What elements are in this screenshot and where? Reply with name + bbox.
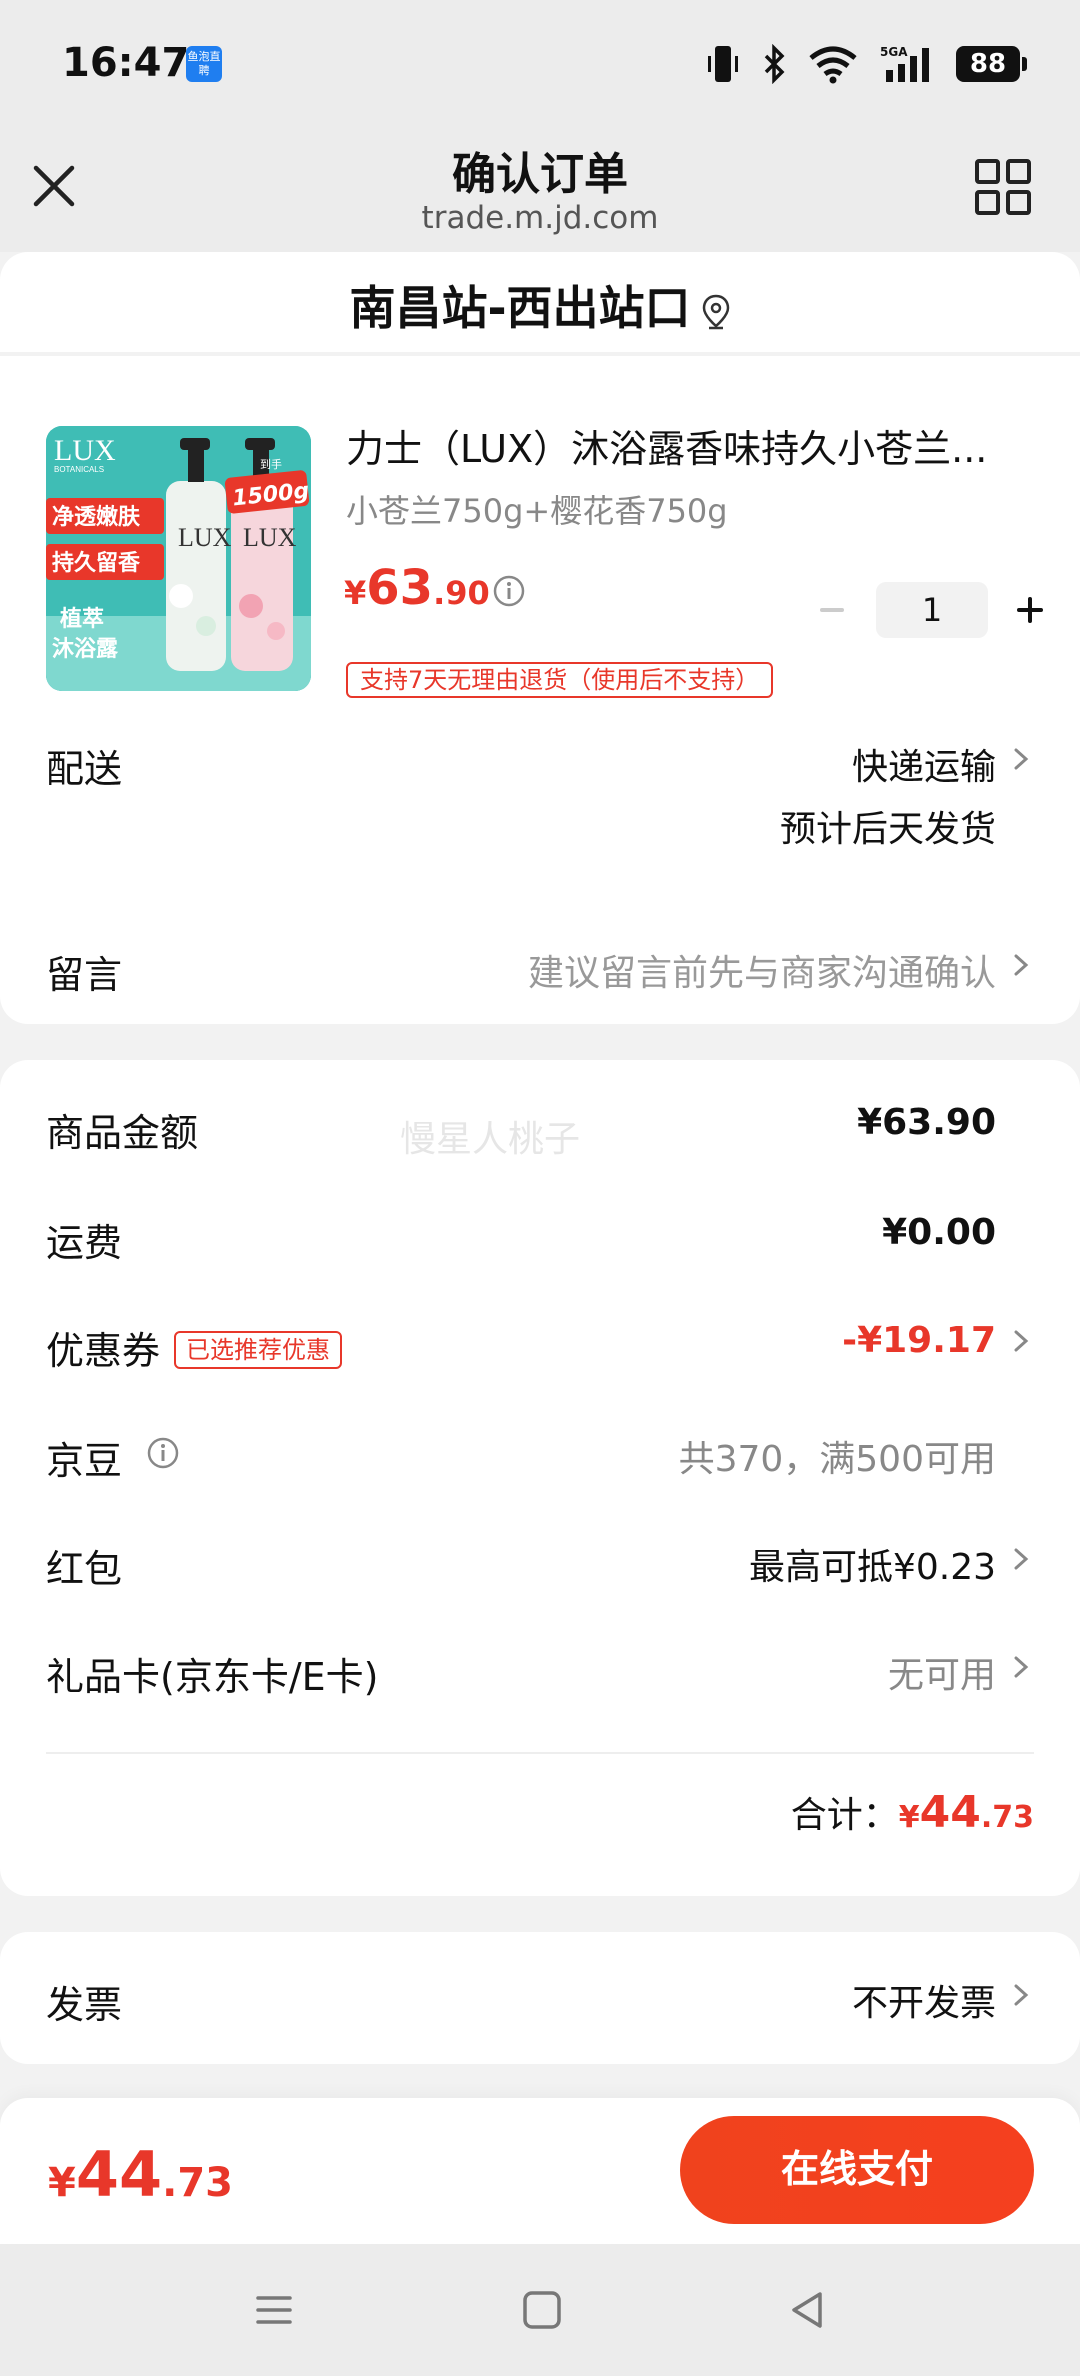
delivery-eta: 预计后天发货 (779, 809, 996, 850)
address-text-row: 南昌站-西出站口 (0, 272, 1080, 338)
location-pin-icon (702, 294, 729, 329)
page-header: 确认订单 trade.m.jd.com (0, 128, 1080, 252)
image-brand-sub: BOTANICALS (54, 465, 104, 474)
status-time: 16:47 (62, 40, 190, 86)
svg-text:5GA: 5GA (880, 45, 908, 59)
invoice-label: 发票 (46, 1983, 123, 2027)
goods-amount-label: 商品金额 (46, 1111, 199, 1155)
image-tag-3a: 植萃 (60, 606, 104, 632)
gift-card-chevron-right-icon[interactable] (1010, 1652, 1032, 1682)
image-weight-small: 到手 (260, 457, 282, 471)
coupon-value[interactable]: -¥19.17 (842, 1320, 996, 1361)
app-notification-icon: 鱼泡直聘 (186, 46, 222, 82)
checkout-integer: 44 (75, 2138, 163, 2211)
pay-online-button[interactable]: 在线支付 (680, 2116, 1034, 2224)
coupon-label: 优惠券 (46, 1329, 161, 1373)
status-bar: 16:47 鱼泡直聘 5GA 88 (0, 0, 1080, 128)
order-item-card: LUX LUX LUX BOTANICALS 净透嫩肤 持久留香 植萃 沐浴露 … (0, 356, 1080, 1024)
product-image[interactable]: LUX LUX LUX BOTANICALS 净透嫩肤 持久留香 植萃 沐浴露 … (46, 426, 311, 691)
message-input[interactable]: 建议留言前先与商家沟通确认 (528, 944, 996, 996)
product-price: ¥63.90 (344, 560, 490, 616)
total-amount: ¥44.73 (898, 1787, 1034, 1838)
total-integer: 44 (919, 1787, 981, 1838)
system-navigation-bar (0, 2244, 1080, 2376)
price-summary-card: 慢星人桃子 商品金额 ¥63.90 运费 ¥0.00 优惠券 已选推荐优惠 -¥1… (0, 1060, 1080, 1896)
coupon-row: 优惠券 已选推荐优惠 (46, 1320, 343, 1375)
menu-nav-icon[interactable] (250, 2286, 298, 2334)
watermark-text: 慢星人桃子 (400, 1119, 581, 1160)
product-image-graphic: LUX LUX LUX BOTANICALS 净透嫩肤 持久留香 植萃 沐浴露 … (46, 426, 311, 691)
home-nav-icon[interactable] (518, 2286, 566, 2334)
delivery-method[interactable]: 快递运输 (852, 738, 996, 790)
goods-amount-value: ¥63.90 (857, 1102, 996, 1143)
price-currency: ¥ (344, 574, 367, 612)
price-decimal: .90 (433, 574, 490, 612)
address-text: 南昌站-西出站口 (349, 281, 691, 335)
checkout-bar: ¥44.73 在线支付 (0, 2098, 1080, 2244)
checkout-total: ¥44.73 (48, 2138, 233, 2211)
coupon-recommended-tag: 已选推荐优惠 (174, 1330, 343, 1369)
return-policy-badge: 支持7天无理由退货（使用后不支持） (346, 662, 774, 698)
jd-beans-value: 共370，满500可用 (678, 1439, 996, 1480)
total-label: 合计： (790, 1795, 899, 1836)
quantity-value[interactable]: 1 (876, 582, 988, 638)
invoice-chevron-right-icon[interactable] (1010, 1980, 1032, 2010)
bottle-label-1: LUX (178, 523, 232, 552)
jd-beans-info-icon[interactable] (146, 1436, 180, 1470)
quantity-increase-button[interactable] (1010, 590, 1050, 630)
page-url: trade.m.jd.com (421, 200, 659, 236)
image-tag-2: 持久留香 (52, 550, 140, 576)
jd-beans-label: 京豆 (46, 1439, 123, 1483)
shipping-fee-label: 运费 (46, 1221, 123, 1265)
image-tag-1: 净透嫩肤 (52, 504, 141, 530)
grid-menu-icon[interactable] (974, 158, 1032, 216)
divider (46, 1752, 1034, 1754)
gift-card-value[interactable]: 无可用 (888, 1646, 996, 1698)
red-packet-value[interactable]: 最高可抵¥0.23 (749, 1538, 996, 1590)
wifi-icon (809, 46, 857, 84)
total-decimal: .73 (980, 1800, 1034, 1835)
battery-icon: 88 (956, 46, 1027, 82)
quantity-decrease-button[interactable] (812, 590, 852, 630)
back-nav-icon[interactable] (784, 2286, 832, 2334)
shipping-fee-value: ¥0.00 (882, 1212, 996, 1253)
coupon-chevron-right-icon[interactable] (1010, 1326, 1032, 1356)
red-packet-chevron-right-icon[interactable] (1010, 1544, 1032, 1574)
product-spec: 小苍兰750g+樱花香750g (346, 492, 728, 530)
vibrate-icon (708, 46, 738, 82)
red-packet-label: 红包 (46, 1547, 123, 1591)
status-icons: 5GA 88 (706, 44, 1027, 84)
product-title[interactable]: 力士（LUX）沐浴露香味持久小苍兰... (346, 418, 1026, 473)
invoice-value[interactable]: 不开发票 (852, 1974, 996, 2026)
delivery-chevron-right-icon[interactable] (1010, 744, 1032, 774)
message-chevron-right-icon[interactable] (1010, 950, 1032, 980)
checkout-decimal: .73 (162, 2160, 233, 2206)
image-tag-3b: 沐浴露 (52, 637, 119, 662)
order-total: 合计：¥44.73 (791, 1786, 1034, 1838)
delivery-label: 配送 (46, 747, 123, 791)
bottle-label-2: LUX (243, 523, 297, 552)
price-info-icon[interactable] (492, 574, 526, 608)
price-integer: 63 (366, 560, 434, 616)
bluetooth-icon (764, 44, 785, 84)
quantity-stepper: 1 (812, 582, 1050, 638)
delivery-address[interactable]: 南昌站-西出站口 (0, 252, 1080, 352)
total-currency: ¥ (898, 1800, 920, 1835)
page-title: 确认订单 (452, 149, 628, 200)
invoice-card[interactable]: 发票 不开发票 (0, 1932, 1080, 2064)
image-brand-text: LUX (54, 434, 116, 467)
signal-5g-icon: 5GA (880, 45, 929, 82)
checkout-currency: ¥ (48, 2160, 76, 2206)
gift-card-label: 礼品卡(京东卡/E卡) (46, 1655, 379, 1699)
message-label: 留言 (46, 953, 123, 997)
